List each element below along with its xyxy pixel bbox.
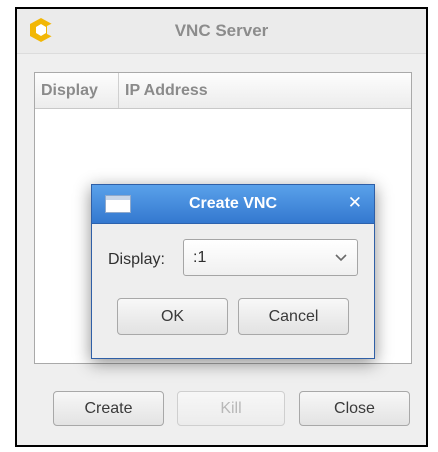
- ok-button[interactable]: OK: [117, 298, 228, 335]
- kill-button: Kill: [177, 391, 285, 426]
- main-titlebar[interactable]: VNC Server: [17, 9, 426, 54]
- list-header: Display IP Address: [35, 73, 411, 109]
- dialog-titlebar[interactable]: Create VNC ✕: [92, 185, 374, 224]
- close-button[interactable]: Close: [299, 391, 410, 426]
- display-selected-value: :1: [193, 249, 207, 266]
- column-header-display[interactable]: Display: [35, 73, 119, 108]
- dialog-title: Create VNC: [188, 195, 278, 212]
- window-title: VNC Server: [174, 21, 269, 40]
- display-label: Display:: [108, 251, 165, 268]
- create-vnc-dialog: Create VNC ✕ Display: :1 OK Cancel: [91, 184, 375, 359]
- column-header-ip-address[interactable]: IP Address: [119, 73, 411, 108]
- create-button[interactable]: Create: [53, 391, 164, 426]
- cancel-button[interactable]: Cancel: [238, 298, 349, 335]
- chevron-down-icon: [335, 254, 347, 262]
- display-select[interactable]: :1: [183, 239, 358, 276]
- close-icon[interactable]: ✕: [348, 193, 362, 213]
